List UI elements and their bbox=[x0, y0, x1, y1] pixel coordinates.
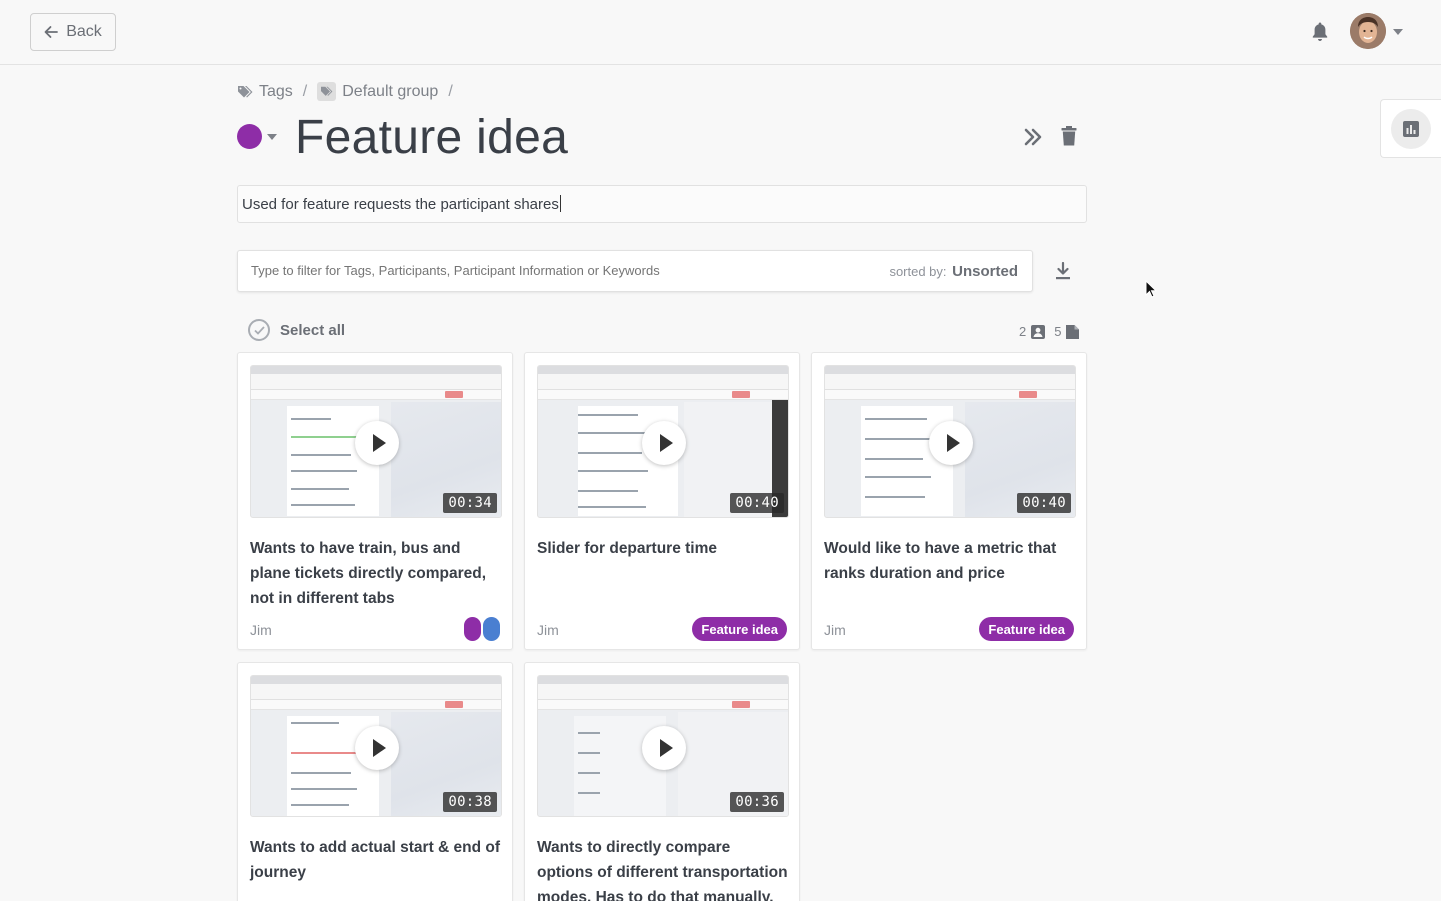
clip-title: Wants to have train, bus and plane ticke… bbox=[250, 540, 487, 607]
stats-panel-toggle[interactable] bbox=[1380, 99, 1441, 158]
video-thumbnail[interactable]: 00:40 bbox=[537, 365, 789, 518]
tag-badge[interactable]: Feature idea bbox=[692, 617, 787, 641]
video-duration: 00:34 bbox=[443, 493, 497, 513]
select-all-label: Select all bbox=[280, 321, 346, 339]
sort-value: Unsorted bbox=[952, 263, 1018, 280]
video-duration: 00:36 bbox=[730, 792, 784, 812]
participant-count: 2 bbox=[1019, 324, 1027, 339]
breadcrumb-separator: / bbox=[302, 82, 308, 100]
video-duration: 00:40 bbox=[730, 493, 784, 513]
download-icon[interactable] bbox=[1054, 262, 1072, 280]
tag-color-swatch bbox=[464, 617, 481, 641]
trash-icon[interactable] bbox=[1061, 126, 1077, 146]
clip-tag-colors[interactable] bbox=[464, 617, 500, 641]
bell-icon[interactable] bbox=[1310, 21, 1330, 43]
mouse-pointer-icon bbox=[1145, 280, 1157, 298]
clip-author: Jim bbox=[537, 622, 559, 638]
select-all-toggle[interactable]: Select all bbox=[248, 319, 345, 341]
clip-title: Wants to directly compare options of dif… bbox=[537, 839, 788, 901]
clip-title: Wants to add actual start & end of journ… bbox=[250, 839, 501, 881]
play-icon[interactable] bbox=[355, 421, 399, 465]
clip-author: Jim bbox=[250, 622, 272, 638]
tag-color-picker[interactable] bbox=[237, 124, 262, 149]
breadcrumb-group[interactable]: Default group bbox=[317, 82, 438, 101]
bar-chart-icon bbox=[1403, 121, 1419, 137]
clip-author: Jim bbox=[824, 622, 846, 638]
check-circle-icon bbox=[248, 319, 270, 341]
page-title[interactable]: Feature idea bbox=[295, 110, 568, 166]
document-count: 5 bbox=[1054, 324, 1062, 339]
video-thumbnail[interactable]: 00:34 bbox=[250, 365, 502, 518]
tag-description-field[interactable]: Used for feature requests the participan… bbox=[237, 185, 1087, 223]
back-label: Back bbox=[66, 23, 102, 40]
filter-input[interactable] bbox=[251, 263, 871, 278]
tag-group-icon bbox=[317, 82, 337, 101]
video-duration: 00:38 bbox=[443, 792, 497, 812]
chevron-down-icon[interactable] bbox=[267, 134, 277, 140]
selection-counts: 2 5 bbox=[1019, 324, 1080, 339]
video-duration: 00:40 bbox=[1017, 493, 1071, 513]
video-thumbnail[interactable]: 00:36 bbox=[537, 675, 789, 817]
title-row: Feature idea bbox=[237, 110, 1087, 168]
tag-description-text: Used for feature requests the participan… bbox=[242, 196, 559, 213]
top-bar: Back bbox=[0, 0, 1441, 65]
back-button[interactable]: Back bbox=[30, 13, 116, 51]
filter-bar: sorted by: Unsorted bbox=[237, 250, 1033, 292]
clip-title: Slider for departure time bbox=[537, 540, 718, 557]
document-icon bbox=[1066, 324, 1080, 339]
breadcrumb-group-label: Default group bbox=[342, 82, 439, 100]
double-chevron-right-icon[interactable] bbox=[1023, 127, 1043, 147]
person-icon bbox=[1031, 324, 1046, 339]
play-icon[interactable] bbox=[642, 726, 686, 770]
clip-card[interactable]: 00:40 Would like to have a metric that r… bbox=[811, 352, 1087, 650]
sort-prefix: sorted by: bbox=[889, 264, 947, 279]
tag-badge[interactable]: Feature idea bbox=[979, 617, 1074, 641]
breadcrumb-tags[interactable]: Tags bbox=[237, 83, 293, 101]
clip-title: Would like to have a metric that ranks d… bbox=[824, 540, 1057, 582]
clip-card[interactable]: 00:34 Wants to have train, bus and plane… bbox=[237, 352, 513, 650]
clip-card[interactable]: 00:40 Slider for departure time Jim Feat… bbox=[524, 352, 800, 650]
text-cursor bbox=[559, 195, 561, 212]
chevron-down-icon[interactable] bbox=[1393, 29, 1403, 35]
play-icon[interactable] bbox=[355, 726, 399, 770]
arrow-left-icon bbox=[44, 26, 59, 38]
breadcrumb-tags-label: Tags bbox=[259, 82, 293, 100]
clip-card[interactable]: 00:38 Wants to add actual start & end of… bbox=[237, 662, 513, 901]
breadcrumb: Tags / Default group / bbox=[237, 82, 453, 101]
avatar[interactable] bbox=[1350, 13, 1386, 49]
sort-control[interactable]: sorted by: Unsorted bbox=[889, 263, 1018, 280]
play-icon[interactable] bbox=[929, 421, 973, 465]
play-icon[interactable] bbox=[642, 421, 686, 465]
breadcrumb-separator: / bbox=[448, 82, 453, 100]
tag-color-swatch bbox=[483, 617, 500, 641]
video-thumbnail[interactable]: 00:40 bbox=[824, 365, 1076, 518]
tags-icon bbox=[238, 85, 253, 97]
video-thumbnail[interactable]: 00:38 bbox=[250, 675, 502, 817]
clip-card[interactable]: 00:36 Wants to directly compare options … bbox=[524, 662, 800, 901]
